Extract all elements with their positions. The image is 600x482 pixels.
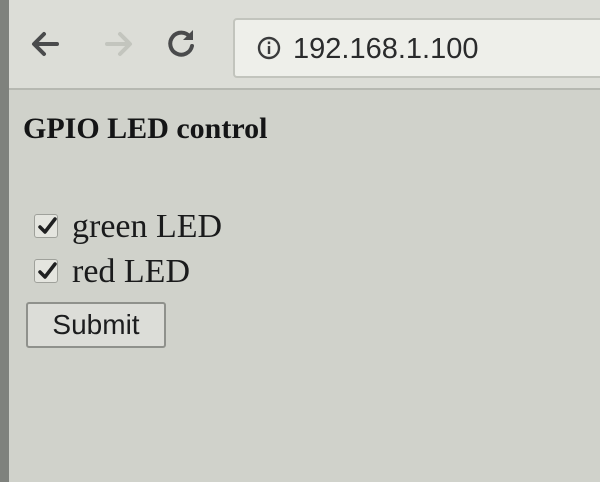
red-led-checkbox[interactable] bbox=[34, 259, 58, 283]
forward-button[interactable] bbox=[97, 22, 141, 66]
reload-icon bbox=[168, 30, 194, 57]
back-button[interactable] bbox=[23, 22, 67, 66]
red-led-label[interactable]: red LED bbox=[72, 253, 190, 291]
reload-button[interactable] bbox=[159, 22, 203, 66]
browser-toolbar: 192.168.1.100 bbox=[9, 0, 600, 90]
forward-arrow-icon bbox=[105, 32, 132, 56]
page-content: GPIO LED control green LED red LED Submi… bbox=[9, 90, 600, 482]
browser-screen: 192.168.1.100 GPIO LED control green LED… bbox=[0, 0, 600, 482]
address-bar[interactable]: 192.168.1.100 bbox=[233, 18, 600, 78]
window-frame-edge bbox=[0, 0, 9, 482]
checkmark-icon bbox=[38, 217, 57, 234]
green-led-label[interactable]: green LED bbox=[72, 208, 222, 246]
green-led-checkbox[interactable] bbox=[34, 214, 58, 238]
info-icon[interactable] bbox=[257, 36, 281, 60]
submit-button[interactable]: Submit bbox=[26, 302, 166, 348]
checkmark-icon bbox=[38, 262, 57, 279]
url-text[interactable]: 192.168.1.100 bbox=[293, 33, 478, 66]
back-arrow-icon bbox=[32, 32, 59, 56]
page-title: GPIO LED control bbox=[23, 112, 268, 145]
